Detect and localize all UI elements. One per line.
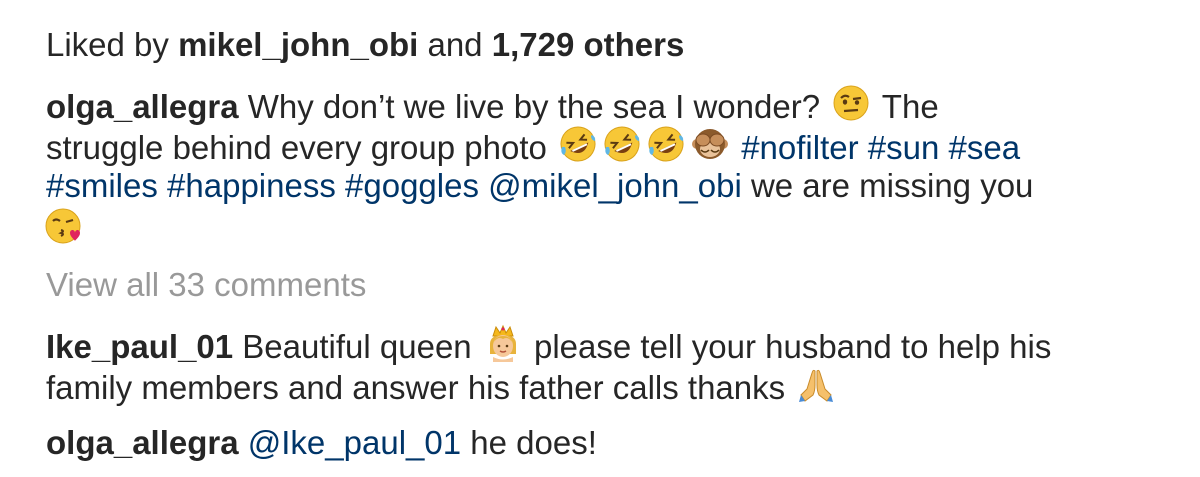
likes-prefix: Liked by — [46, 26, 179, 63]
likes-summary: Liked by mikel_john_obi and 1,729 others — [46, 25, 684, 65]
rofl-face-icon — [647, 125, 685, 163]
mention-link[interactable]: @Ike_paul_01 — [248, 424, 461, 461]
caption-line-2: struggle behind every group photo #nofil… — [46, 125, 1020, 168]
liked-by-username-link[interactable]: mikel_john_obi — [178, 26, 418, 63]
kissing-heart-face-icon — [44, 207, 82, 245]
comment-text-3: family members and answer his father cal… — [46, 369, 786, 406]
post-caption-panel: Liked by mikel_john_obi and 1,729 others… — [0, 0, 1200, 477]
see-no-evil-monkey-icon — [691, 125, 729, 163]
hashtag-link[interactable]: #sun — [868, 129, 940, 166]
comment-text: Beautiful queen — [233, 328, 472, 365]
princess-crown-icon — [484, 324, 522, 362]
caption-line-4 — [44, 207, 85, 250]
comment-1-line-2: family members and answer his father cal… — [46, 365, 838, 408]
likes-count-link[interactable]: 1,729 others — [492, 26, 685, 63]
folded-hands-icon — [797, 365, 835, 403]
view-all-comments-link[interactable]: View all 33 comments — [46, 265, 366, 305]
caption-line-3: #smiles #happiness #goggles @mikel_john_… — [46, 166, 1033, 206]
caption-line-1: olga_allegra Why don’t we live by the se… — [46, 84, 939, 127]
hashtag-link[interactable]: #smiles — [46, 167, 158, 204]
comment-1-line-1: Ike_paul_01 Beautiful queen please tell … — [46, 324, 1051, 367]
comment-text-2: please tell your husband to help his — [524, 328, 1052, 365]
comment-username-link[interactable]: Ike_paul_01 — [46, 328, 233, 365]
hashtag-link[interactable]: #nofilter — [741, 129, 858, 166]
raised-eyebrow-face-icon — [832, 84, 870, 122]
caption-text: Why don’t we live by the sea I wonder? — [238, 88, 821, 125]
rofl-face-icon — [603, 125, 641, 163]
likes-middle: and — [418, 26, 492, 63]
hashtag-link[interactable]: #sea — [949, 129, 1021, 166]
caption-text-2: The — [873, 88, 939, 125]
hashtag-link[interactable]: #goggles — [345, 167, 479, 204]
rofl-face-icon — [559, 125, 597, 163]
comment-2: olga_allegra @Ike_paul_01 he does! — [46, 423, 597, 463]
mention-link[interactable]: @mikel_john_obi — [488, 167, 742, 204]
hashtag-link[interactable]: #happiness — [167, 167, 336, 204]
caption-text-4: we are missing you — [741, 167, 1034, 204]
comment-text: he does! — [461, 424, 597, 461]
caption-text-3: struggle behind every group photo — [46, 129, 547, 166]
caption-username-link[interactable]: olga_allegra — [46, 88, 239, 125]
comment-username-link[interactable]: olga_allegra — [46, 424, 239, 461]
